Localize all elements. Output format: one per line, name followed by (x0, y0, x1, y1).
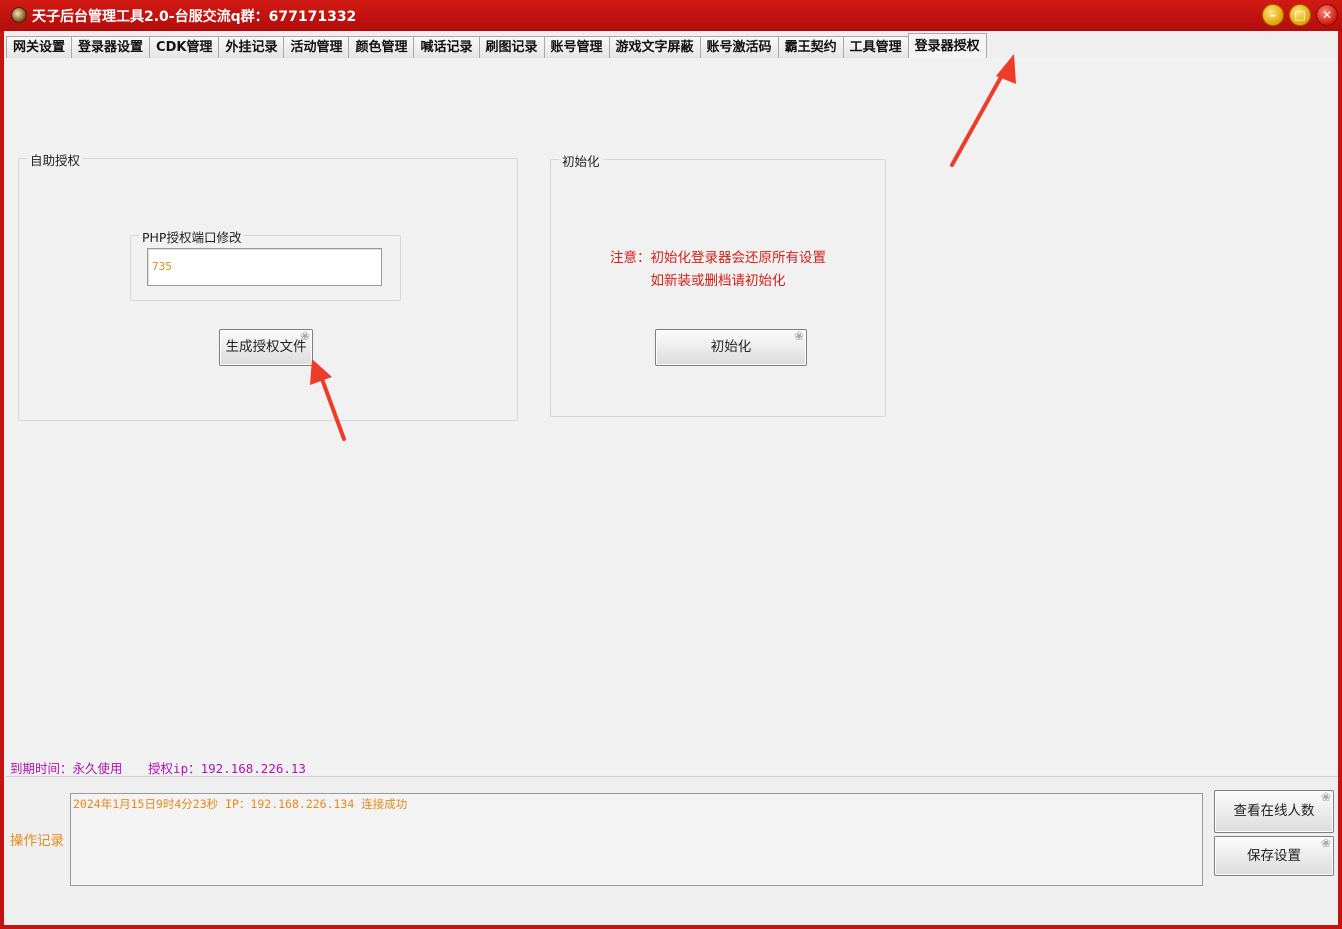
init-group: 初始化 注意：初始化登录器会还原所有设置 如新装或删档请初始化 初始化 ❀ (550, 151, 886, 417)
view-online-count-button[interactable]: 查看在线人数 ❀ (1214, 790, 1334, 833)
php-port-group: PHP授权端口修改 735 (130, 227, 401, 301)
close-button[interactable]: ✕ (1316, 4, 1338, 26)
self-auth-group: 自助授权 PHP授权端口修改 735 生成授权文件 ❀ (18, 150, 518, 421)
tab-overlord-contract[interactable]: 霸王契约 (777, 36, 844, 58)
self-auth-group-label: 自助授权 (27, 150, 84, 169)
init-group-label: 初始化 (559, 151, 603, 170)
minimize-icon: – (1270, 8, 1276, 22)
tab-shout-records[interactable]: 喊话记录 (413, 36, 480, 58)
php-port-group-label: PHP授权端口修改 (139, 227, 245, 246)
initialize-button-label: 初始化 (710, 339, 752, 355)
tab-color-management[interactable]: 颜色管理 (348, 36, 415, 58)
title-bar: 天子后台管理工具2.0-台服交流q群：677171332 – □ ✕ (0, 0, 1342, 31)
maximize-icon: □ (1294, 8, 1306, 22)
tab-content: 自助授权 PHP授权端口修改 735 生成授权文件 ❀ 初始化 注意：初始化登录… (6, 58, 1338, 774)
save-settings-label: 保存设置 (1247, 848, 1301, 864)
app-icon (11, 7, 27, 23)
tab-launcher-authorization[interactable]: 登录器授权 (907, 33, 987, 59)
log-entry: 2024年1月15日9时4分23秒 IP：192.168.226.134 连接成… (73, 797, 408, 811)
tab-gateway-settings[interactable]: 网关设置 (6, 36, 73, 58)
operation-log-label: 操作记录 (10, 833, 64, 849)
tab-account-management[interactable]: 账号管理 (543, 36, 610, 58)
generate-auth-file-button[interactable]: 生成授权文件 ❀ (219, 329, 313, 366)
divider (6, 776, 1338, 777)
tab-launcher-settings[interactable]: 登录器设置 (71, 36, 151, 58)
save-settings-button[interactable]: 保存设置 ❀ (1214, 836, 1334, 876)
close-icon: ✕ (1321, 8, 1333, 22)
paw-icon: ❀ (299, 329, 310, 343)
window-title: 天子后台管理工具2.0-台服交流q群：677171332 (32, 9, 357, 25)
maximize-button[interactable]: □ (1289, 4, 1311, 26)
tab-farming-records[interactable]: 刷图记录 (478, 36, 545, 58)
window-frame-bottom (0, 925, 1342, 929)
tab-cheat-records[interactable]: 外挂记录 (218, 36, 285, 58)
view-online-count-label: 查看在线人数 (1233, 803, 1315, 819)
minimize-button[interactable]: – (1262, 4, 1284, 26)
tab-account-activation-code[interactable]: 账号激活码 (699, 36, 779, 58)
php-port-input[interactable]: 735 (147, 248, 382, 286)
paw-icon: ❀ (793, 329, 804, 343)
auth-ip-status: 授权ip：192.168.226.13 (148, 761, 306, 776)
paw-icon: ❀ (1320, 790, 1331, 804)
initialize-button[interactable]: 初始化 ❀ (655, 329, 807, 366)
tab-bar: 网关设置 登录器设置 CDK管理 外挂记录 活动管理 颜色管理 喊话记录 刷图记… (6, 32, 1338, 59)
status-line: 到期时间：永久使用 授权ip：192.168.226.13 (10, 758, 324, 777)
operation-log-box[interactable]: 2024年1月15日9时4分23秒 IP：192.168.226.134 连接成… (70, 793, 1203, 886)
init-warning-line1: 注意：初始化登录器会还原所有设置 (610, 250, 826, 266)
tab-game-text-filter[interactable]: 游戏文字屏蔽 (608, 36, 701, 58)
paw-icon: ❀ (1320, 836, 1331, 850)
expire-status: 到期时间：永久使用 (10, 761, 123, 776)
tab-tool-management[interactable]: 工具管理 (842, 36, 909, 58)
tab-event-management[interactable]: 活动管理 (283, 36, 350, 58)
window-frame-left (0, 31, 4, 929)
tab-cdk-management[interactable]: CDK管理 (149, 36, 220, 58)
init-warning-line2: 如新装或删档请初始化 (650, 273, 786, 289)
window-frame-right (1338, 31, 1342, 929)
generate-auth-file-label: 生成授权文件 (225, 339, 307, 355)
